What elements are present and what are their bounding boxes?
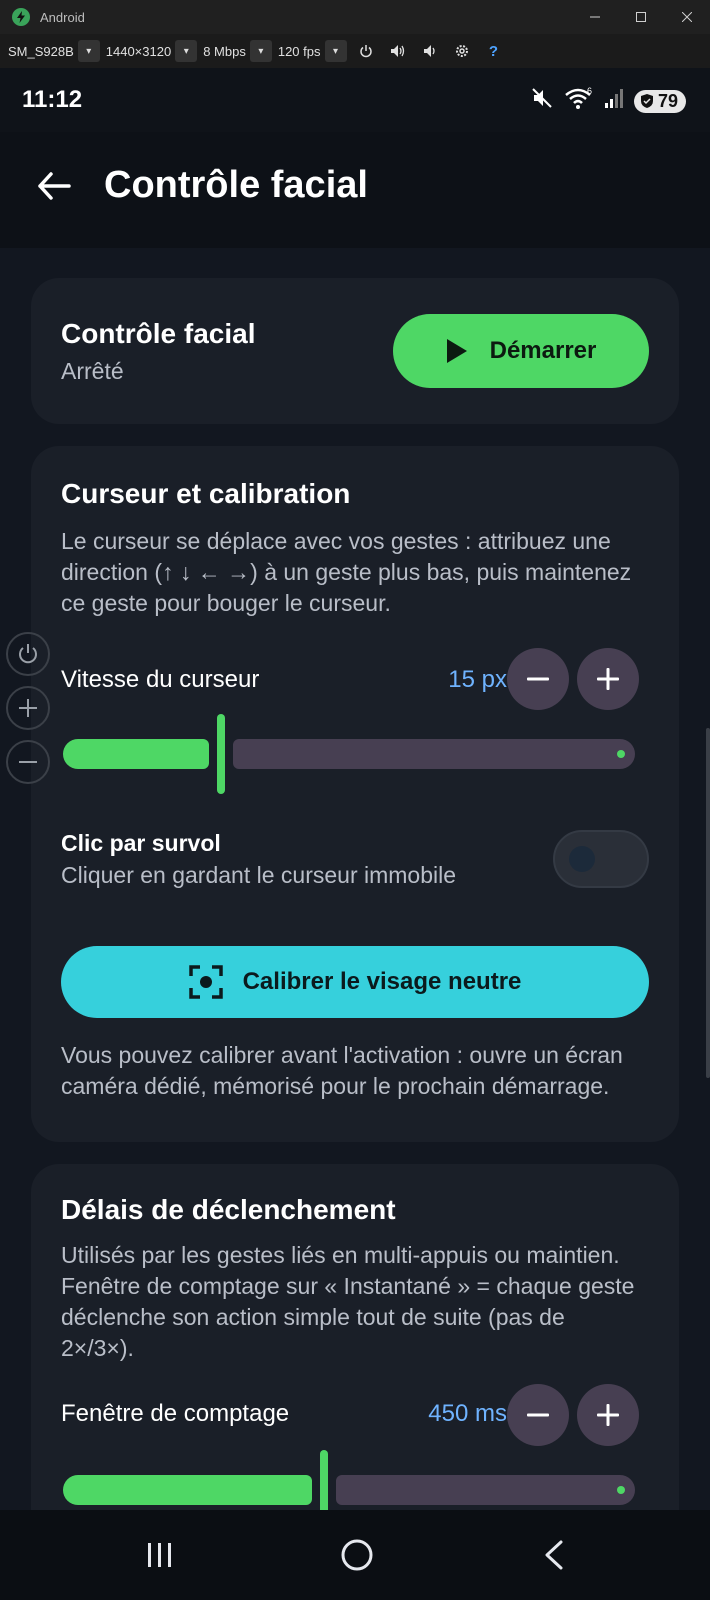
navigation-bar [0, 1510, 710, 1600]
minimize-button[interactable] [572, 0, 618, 34]
svg-text:6: 6 [587, 86, 592, 96]
settings-scroll-area[interactable]: Contrôle facial Arrêté Démarrer Curseur … [0, 248, 710, 1510]
status-bar: 11:12 6 79 [0, 68, 710, 132]
control-card-title: Contrôle facial [61, 318, 256, 349]
mirror-toolbar: SM_S928B ▾ 1440×3120 ▾ 8 Mbps ▾ 120 fps … [0, 34, 710, 68]
slider-inactive-track [336, 1475, 635, 1505]
back-arrow-icon[interactable] [34, 166, 74, 206]
slider-handle[interactable] [320, 1450, 328, 1510]
window-increase-button[interactable] [577, 1384, 639, 1446]
plus-icon [597, 668, 619, 690]
window-titlebar: Android [0, 0, 710, 34]
start-button[interactable]: Démarrer [393, 314, 649, 388]
slider-active-track [63, 1475, 312, 1505]
speed-decrease-button[interactable] [507, 648, 569, 710]
cursor-card-title: Curseur et calibration [61, 478, 351, 509]
zoom-in-icon[interactable] [6, 686, 50, 730]
facial-control-card: Contrôle facial Arrêté Démarrer [31, 278, 679, 424]
hover-click-description: Cliquer en gardant le curseur immobile [61, 862, 457, 888]
cursor-speed-slider[interactable] [63, 714, 635, 794]
control-state-text: Arrêté [61, 358, 124, 384]
delay-card-description: Utilisés par les gestes liés en multi-ap… [61, 1242, 635, 1361]
window-decrease-button[interactable] [507, 1384, 569, 1446]
home-icon[interactable] [327, 1530, 387, 1580]
calibrate-note: Vous pouvez calibrer avant l'activation … [61, 1042, 623, 1099]
status-clock: 11:12 [22, 86, 83, 113]
signal-icon [604, 87, 624, 115]
cursor-speed-label: Vitesse du curseur [61, 666, 260, 693]
play-icon [446, 339, 467, 363]
battery-indicator: 79 [633, 89, 686, 113]
calibrate-face-button[interactable]: Calibrer le visage neutre [61, 946, 649, 1018]
settings-gear-icon[interactable] [449, 40, 475, 62]
count-window-slider[interactable] [63, 1450, 635, 1510]
plus-icon [597, 1404, 619, 1426]
cursor-calibration-card: Curseur et calibration Le curseur se dép… [31, 446, 679, 1142]
bitrate-label: 8 Mbps [203, 43, 246, 59]
shield-icon [640, 94, 653, 108]
delay-card-title: Délais de déclenchement [61, 1194, 396, 1225]
scroll-indicator [706, 728, 710, 1078]
device-selector[interactable]: SM_S928B ▾ [8, 40, 100, 62]
speed-increase-button[interactable] [577, 648, 639, 710]
wifi-icon: 6 [564, 86, 594, 116]
chevron-down-icon[interactable]: ▾ [175, 40, 198, 62]
toggle-knob [569, 846, 595, 872]
count-window-value: 450 ms [428, 1400, 507, 1427]
window-title: Android [40, 9, 85, 25]
android-app-icon [12, 8, 30, 26]
cursor-card-description: Le curseur se déplace avec vos gestes : … [61, 528, 632, 616]
chevron-down-icon[interactable]: ▾ [324, 40, 347, 62]
maximize-button[interactable] [618, 0, 664, 34]
chevron-down-icon[interactable]: ▾ [77, 40, 100, 62]
fps-label: 120 fps [277, 43, 321, 59]
chevron-down-icon[interactable]: ▾ [249, 40, 272, 62]
zoom-out-icon[interactable] [6, 740, 50, 784]
slider-handle[interactable] [217, 714, 225, 794]
recent-apps-icon[interactable] [130, 1530, 190, 1580]
calibrate-button-label: Calibrer le visage neutre [242, 968, 522, 995]
power-icon[interactable] [353, 40, 379, 62]
slider-stop-indicator [617, 1486, 625, 1494]
close-button[interactable] [664, 0, 710, 34]
mute-icon [530, 86, 554, 116]
slider-stop-indicator [617, 750, 625, 758]
fps-selector[interactable]: 120 fps ▾ [278, 40, 347, 62]
page-title: Contrôle facial [104, 164, 368, 206]
app-bar: Contrôle facial [0, 132, 710, 248]
battery-level: 79 [657, 90, 678, 111]
slider-active-track [63, 739, 209, 769]
trigger-delays-card: Délais de déclenchement Utilisés par les… [31, 1164, 679, 1510]
power-icon[interactable] [6, 632, 50, 676]
minus-icon [527, 677, 549, 681]
bitrate-selector[interactable]: 8 Mbps ▾ [203, 40, 272, 62]
resolution-selector[interactable]: 1440×3120 ▾ [105, 40, 198, 62]
focus-target-icon [188, 965, 223, 999]
back-icon[interactable] [524, 1530, 584, 1580]
count-window-label: Fenêtre de comptage [61, 1400, 290, 1427]
help-icon[interactable]: ? [481, 40, 507, 62]
phone-screen: 11:12 6 79 Contrôle facial Contrôle faci… [0, 68, 710, 1600]
resolution-label: 1440×3120 [105, 43, 172, 59]
cursor-speed-value: 15 px [448, 666, 507, 693]
minus-icon [527, 1413, 549, 1417]
hover-click-title: Clic par survol [61, 830, 221, 856]
volume-down-icon[interactable] [417, 40, 443, 62]
device-label: SM_S928B [8, 43, 74, 59]
volume-up-icon[interactable] [385, 40, 411, 62]
start-button-label: Démarrer [489, 337, 597, 364]
hover-click-toggle[interactable] [553, 830, 649, 888]
slider-inactive-track [233, 739, 635, 769]
